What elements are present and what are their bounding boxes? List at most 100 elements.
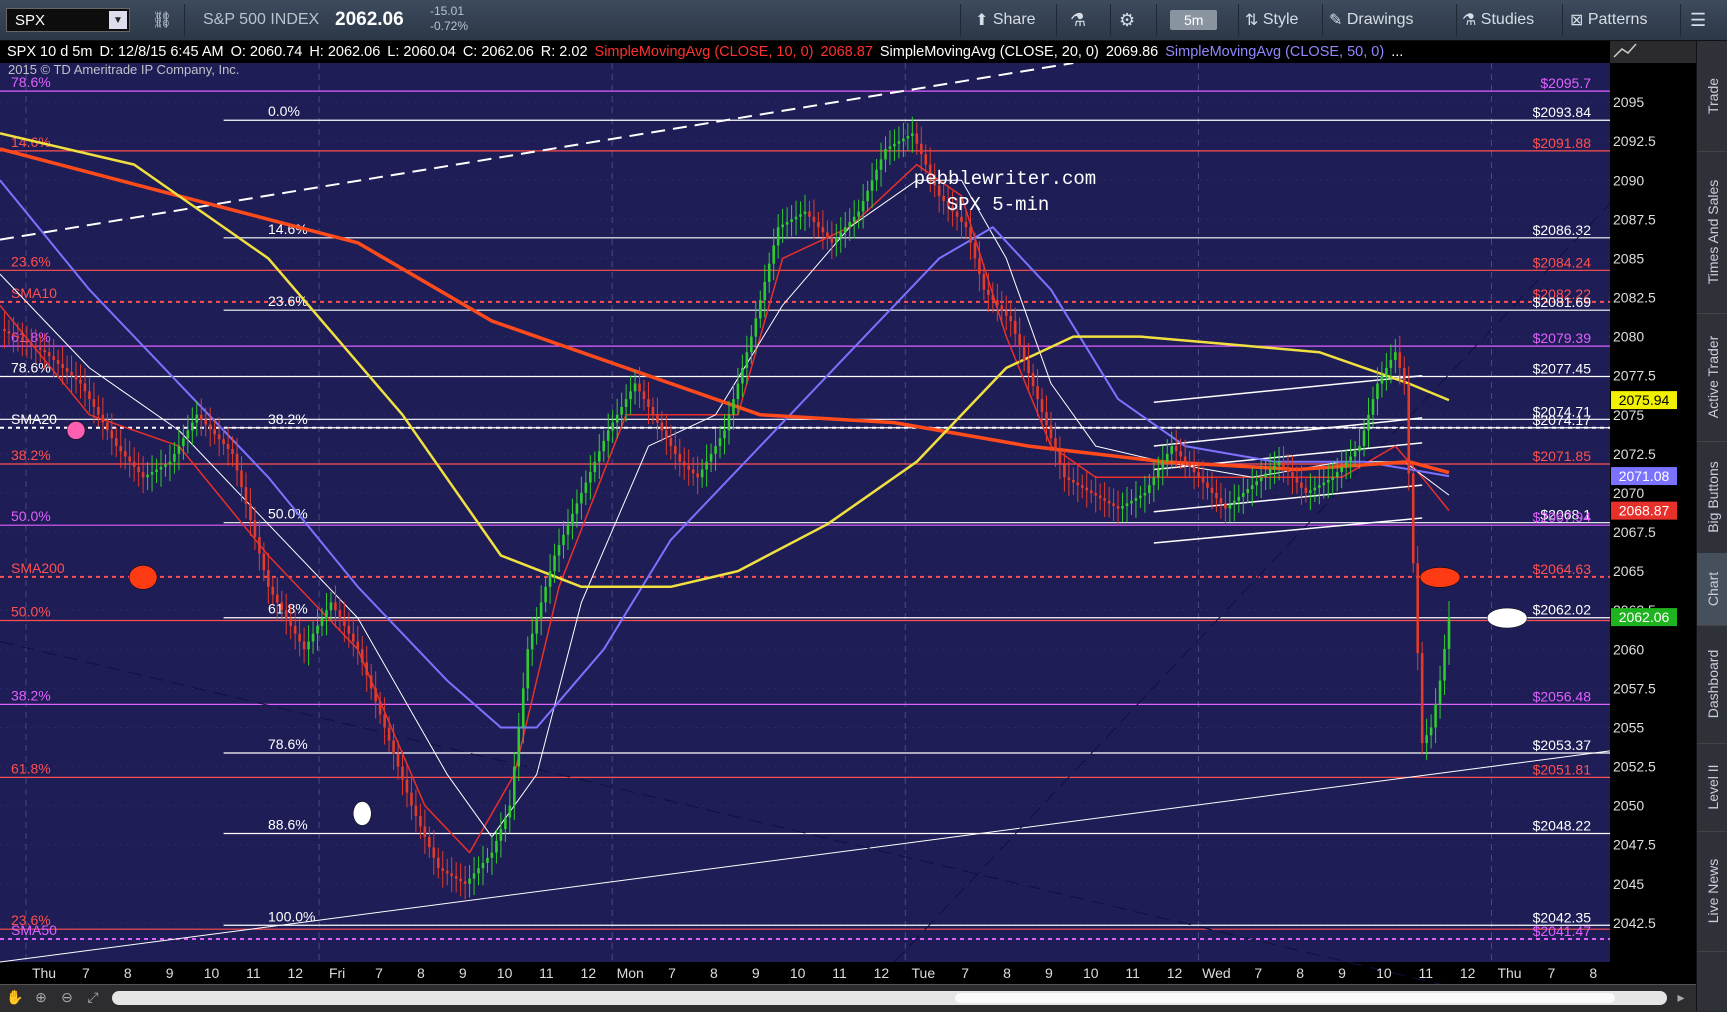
symbol-input[interactable]: SPX ▼	[6, 8, 130, 32]
scroll-right-icon[interactable]: ▸	[1672, 989, 1690, 1007]
level-price-label: $2064.63	[1533, 561, 1592, 577]
candle-body	[544, 586, 547, 603]
chart-title: pebblewriter.com	[914, 168, 1096, 190]
candle-body	[146, 474, 149, 478]
side-tab-dashboard[interactable]: Dashboard	[1697, 625, 1727, 744]
candle-body	[499, 829, 503, 841]
candle-body	[106, 422, 109, 431]
candle-body	[571, 513, 574, 525]
candle-body	[30, 342, 33, 346]
side-tab-active-trader[interactable]: Active Trader	[1697, 313, 1727, 442]
side-tab-live-news[interactable]: Live News	[1697, 831, 1727, 952]
candle-body	[410, 792, 413, 806]
pencil-icon: ✎	[1329, 12, 1347, 29]
gear-icon[interactable]: ⚙	[1119, 0, 1135, 40]
x-tick-label: 8	[1003, 965, 1011, 981]
candle-body	[258, 536, 261, 554]
candle-body	[857, 211, 860, 217]
candle-body	[1420, 653, 1424, 744]
candle-body	[235, 453, 239, 471]
side-tab-label: Times And Sales	[1704, 179, 1721, 285]
x-tick-label: 8	[124, 965, 132, 981]
candle-body	[884, 148, 887, 160]
candle-body	[960, 216, 963, 222]
zoom-fit-icon[interactable]: ⤢	[84, 989, 102, 1007]
candle-body	[597, 451, 601, 462]
hand-icon[interactable]: ✋	[6, 989, 24, 1007]
annotation-marker	[353, 801, 372, 826]
side-tab-chart[interactable]: Chart	[1697, 553, 1727, 626]
chevron-down-icon[interactable]: ▼	[109, 11, 127, 29]
x-tick-label: 11	[1125, 965, 1140, 981]
side-tab-times-and-sales[interactable]: Times And Sales	[1697, 151, 1727, 314]
flask-icon[interactable]: ⚗	[1070, 0, 1086, 40]
candle-body	[1309, 490, 1312, 493]
side-tab-level-ii[interactable]: Level II	[1697, 743, 1727, 832]
candle-body	[682, 461, 686, 466]
draw-tool-icon[interactable]	[1613, 43, 1637, 58]
candle-body	[401, 766, 404, 780]
candle-body	[338, 610, 342, 619]
info-sma10-label: SimpleMovingAvg (CLOSE, 10, 0)	[594, 44, 814, 60]
candle-body	[231, 448, 234, 454]
x-tick-label: 11	[246, 965, 261, 981]
level-fib-label: SMA20	[11, 411, 57, 427]
timeframe-selector[interactable]: 5m	[1170, 0, 1218, 40]
chart-area[interactable]: $2095.778.6%$2093.840.0%$2091.8814.6%$20…	[0, 41, 1696, 984]
candle-body	[1040, 399, 1044, 413]
share-button[interactable]: ⬆ Share	[975, 0, 1036, 40]
candle-body	[888, 146, 892, 149]
top-toolbar: SPX ▼ ⛓ S&P 500 INDEX 2062.06 -15.01 -0.…	[0, 0, 1727, 41]
side-tab-label: Big Buttons	[1704, 461, 1721, 533]
candle-body	[38, 347, 42, 350]
candle-body	[624, 399, 628, 407]
x-tick-label: 7	[1254, 965, 1262, 981]
x-tick-label: 8	[1589, 965, 1597, 981]
candle-body	[141, 472, 145, 478]
zoom-in-icon[interactable]: ⊕	[32, 989, 50, 1007]
level-fib-label: 61.8%	[268, 601, 308, 617]
patterns-menu[interactable]: ⊠ Patterns	[1570, 0, 1647, 40]
candle-body	[97, 406, 100, 415]
drawings-label: Drawings	[1346, 11, 1414, 28]
y-tick-label: 2060	[1613, 641, 1644, 657]
candle-body	[911, 133, 914, 136]
candle-body	[1206, 482, 1209, 488]
x-tick-label: 10	[790, 965, 806, 981]
last-price: 2062.06	[335, 9, 404, 30]
candle-body	[1398, 352, 1402, 368]
candle-body	[7, 331, 11, 334]
candle-body	[481, 862, 485, 869]
side-tab-trade[interactable]: Trade	[1697, 41, 1727, 152]
candle-body	[374, 688, 377, 702]
candle-body	[906, 135, 910, 139]
studies-menu[interactable]: ⚗ Studies	[1462, 0, 1534, 40]
drawings-menu[interactable]: ✎ Drawings	[1329, 0, 1414, 40]
share-label: Share	[992, 11, 1036, 28]
annotation-marker	[1419, 567, 1461, 588]
zoom-out-icon[interactable]: ⊖	[58, 989, 76, 1007]
candle-body	[249, 503, 252, 521]
level-fib-label: 38.2%	[11, 447, 51, 463]
x-tick-label: 8	[710, 965, 718, 981]
candle-body	[1282, 461, 1285, 467]
candle-body	[1215, 492, 1218, 499]
y-tick-label: 2077.5	[1613, 368, 1656, 384]
info-sma20-label: SimpleMovingAvg (CLOSE, 20, 0)	[879, 44, 1099, 60]
menu-icon[interactable]: ☰	[1690, 0, 1706, 40]
candle-body	[1197, 472, 1200, 478]
candle-body	[1402, 367, 1406, 384]
side-tab-big-buttons[interactable]: Big Buttons	[1697, 441, 1727, 554]
link-icon[interactable]: ⛓	[152, 0, 172, 40]
candle-body	[839, 232, 843, 238]
candle-body	[808, 211, 811, 217]
candle-body	[1340, 466, 1343, 473]
candle-body	[1318, 485, 1321, 488]
candle-body	[924, 154, 928, 165]
x-tick-label: 7	[961, 965, 969, 981]
price-tag-label: 2062.06	[1619, 609, 1670, 625]
style-menu[interactable]: ⇅ Style	[1245, 0, 1298, 40]
candle-body	[1072, 479, 1075, 483]
scrollbar-thumb[interactable]	[955, 993, 1615, 1003]
candle-body	[284, 610, 288, 619]
